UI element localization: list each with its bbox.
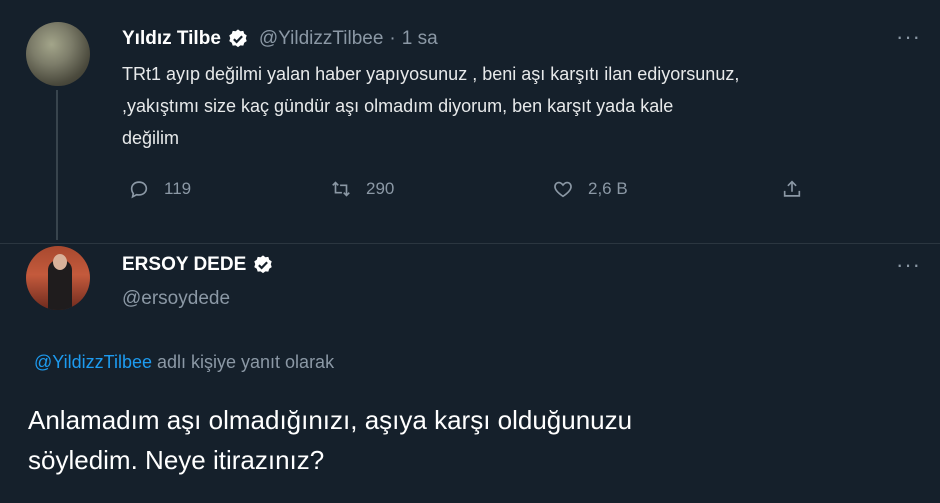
tweet1-timestamp[interactable]: 1 sa [402, 28, 438, 50]
retweet-count: 290 [366, 179, 395, 198]
tweet1-text-line-3: değilim [122, 128, 180, 148]
tweet2-text: Anlamadım aşı olmadığınızı, aşıya karşı … [28, 400, 928, 480]
tweet1-text-line-1: TRt1 ayıp değilmi yalan haber yapıyosunu… [122, 64, 740, 84]
verified-badge-icon [229, 29, 247, 48]
verified-badge-icon [254, 255, 272, 274]
tweet1-header: Yıldız Tilbe @YildizzTilbee · 1 sa [122, 28, 438, 50]
thread-connector-line [56, 90, 58, 240]
replying-to-text: adlı kişiye yanıt olarak [151, 352, 335, 372]
retweet-icon [332, 181, 350, 197]
share-button[interactable] [781, 178, 803, 200]
reply-count: 119 [164, 179, 192, 198]
tweet1-handle[interactable]: @YildizzTilbee [259, 28, 384, 50]
reply-button[interactable]: 119 [128, 178, 191, 200]
like-icon [554, 181, 572, 198]
avatar-yildiz-tilbe[interactable] [26, 22, 90, 86]
tweet2-handle[interactable]: @ersoydede [122, 288, 230, 310]
tweet2-text-line-2: söyledim. Neye itirazınız? [28, 445, 325, 475]
replying-to-mention[interactable]: @YildizzTilbee [34, 352, 152, 372]
tweet2-header: ERSOY DEDE [122, 254, 274, 276]
tweet1-text-line-2: ,yakıştımı size kaç gündür aşı olmadım d… [122, 96, 674, 116]
avatar-ersoy-dede[interactable] [26, 246, 90, 310]
retweet-button[interactable]: 290 [330, 178, 394, 200]
like-count: 2,6 B [588, 179, 628, 198]
avatar-face [53, 254, 67, 270]
share-icon [783, 180, 801, 197]
tweet-divider [0, 243, 940, 244]
tweet1-dot-separator: · [389, 28, 396, 49]
like-button[interactable]: 2,6 B [552, 178, 628, 200]
replying-to: @YildizzTilbee adlı kişiye yanıt olarak [34, 352, 334, 373]
tweet1-author-name[interactable]: Yıldız Tilbe [122, 28, 221, 50]
tweet2-text-line-1: Anlamadım aşı olmadığınızı, aşıya karşı … [28, 405, 633, 435]
tweet2-more-options-icon[interactable]: ··· [896, 252, 921, 278]
reply-icon [130, 181, 148, 199]
tweet1-text: TRt1 ayıp değilmi yalan haber yapıyosunu… [122, 58, 937, 154]
tweet2-author-name[interactable]: ERSOY DEDE [122, 254, 246, 276]
tweet1-more-options-icon[interactable]: ··· [896, 24, 921, 50]
